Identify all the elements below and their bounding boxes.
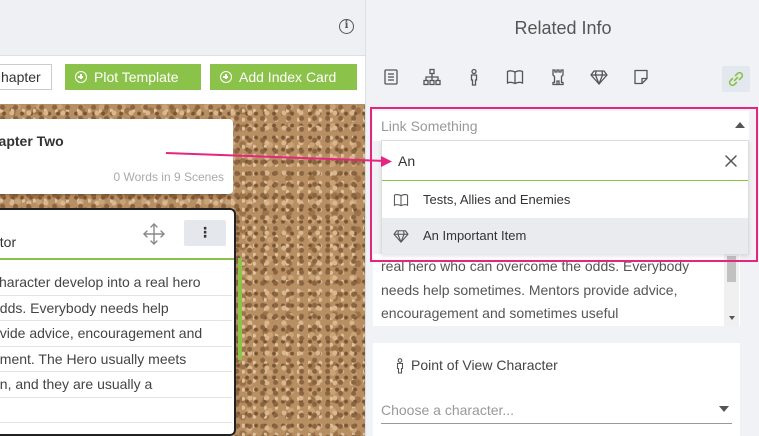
board-header: i xyxy=(0,0,365,56)
scene-divider xyxy=(0,258,234,260)
synopsis-line xyxy=(0,398,232,423)
description-line: encouragement and sometimes useful xyxy=(381,305,619,321)
add-index-card-button[interactable]: Add Index Card xyxy=(210,64,357,90)
chapter-title: hapter Two xyxy=(0,133,64,149)
plus-circle-icon xyxy=(220,71,232,83)
character-icon xyxy=(396,358,404,374)
add-index-card-label: Add Index Card xyxy=(239,69,337,85)
scene-synopsis[interactable]: character develop into a real hero odds.… xyxy=(0,270,232,423)
pov-title: Point of View Character xyxy=(411,357,558,373)
info-icon[interactable]: i xyxy=(339,19,354,34)
tower-icon[interactable] xyxy=(549,68,567,86)
description-line: needs help sometimes. Mentors provide ad… xyxy=(381,281,678,298)
caret-down-icon xyxy=(719,406,729,412)
synopsis-line: character develop into a real hero xyxy=(0,270,232,296)
more-icon: ⋮ xyxy=(198,224,212,240)
scroll-down-arrow-icon[interactable] xyxy=(729,316,735,320)
scene-card-handle xyxy=(238,258,242,360)
related-info-tabs xyxy=(366,56,759,102)
add-chapter-label: hapter xyxy=(1,69,41,85)
highlight-annotation xyxy=(370,107,758,262)
plot-template-button[interactable]: Plot Template xyxy=(65,64,201,90)
synopsis-line: ovide advice, encouragement and xyxy=(0,321,232,347)
scene-card[interactable]: ntor ⋮ character develop into a real her… xyxy=(0,208,236,436)
scene-title: ntor xyxy=(0,234,17,250)
chapter-word-count: 0 Words in 9 Scenes xyxy=(113,170,224,184)
pov-character-panel: Point of View Character Choose a charact… xyxy=(373,343,740,436)
description-text: real hero who can overcome the odds. Eve… xyxy=(381,255,721,326)
synopsis-line: on, and they are usually a xyxy=(0,372,232,398)
move-icon[interactable] xyxy=(142,222,166,246)
outline-icon[interactable] xyxy=(382,68,400,86)
panel-title: Related Info xyxy=(514,18,612,38)
synopsis-line: oment. The Hero usually meets xyxy=(0,347,232,372)
character-icon[interactable] xyxy=(465,68,483,86)
add-chapter-button[interactable]: hapter xyxy=(0,64,52,90)
link-icon xyxy=(728,71,744,87)
synopsis-line: odds. Everybody needs help xyxy=(0,296,232,321)
board-toolbar: hapter Plot Template Add Index Card xyxy=(0,56,365,104)
plot-template-label: Plot Template xyxy=(94,69,179,85)
hierarchy-icon[interactable] xyxy=(423,68,441,86)
plus-circle-icon xyxy=(75,71,87,83)
chapter-card[interactable]: hapter Two 0 Words in 9 Scenes xyxy=(0,119,233,194)
note-icon[interactable] xyxy=(632,68,650,86)
pov-placeholder: Choose a character... xyxy=(381,402,515,418)
book-icon[interactable] xyxy=(506,68,524,86)
link-tab[interactable] xyxy=(722,66,750,92)
description-field[interactable]: real hero who can overcome the odds. Eve… xyxy=(373,254,740,326)
gem-icon[interactable] xyxy=(590,68,608,86)
more-options-button[interactable]: ⋮ xyxy=(184,220,226,246)
board-pane: i hapter Plot Template Add Index Card ha… xyxy=(0,0,365,436)
pov-character-select[interactable]: Choose a character... xyxy=(381,400,732,424)
